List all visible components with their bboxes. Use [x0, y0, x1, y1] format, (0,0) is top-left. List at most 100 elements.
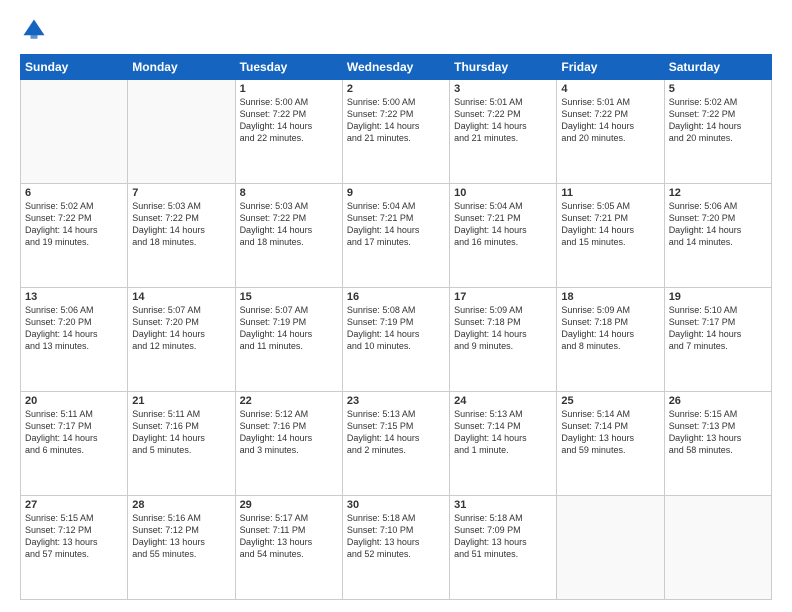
day-number: 23	[347, 395, 445, 407]
day-number: 17	[454, 291, 552, 303]
header-tuesday: Tuesday	[235, 55, 342, 80]
day-cell: 6Sunrise: 5:02 AM Sunset: 7:22 PM Daylig…	[21, 184, 128, 288]
day-cell: 4Sunrise: 5:01 AM Sunset: 7:22 PM Daylig…	[557, 80, 664, 184]
day-info: Sunrise: 5:00 AM Sunset: 7:22 PM Dayligh…	[240, 96, 338, 145]
day-info: Sunrise: 5:09 AM Sunset: 7:18 PM Dayligh…	[454, 304, 552, 353]
day-cell: 3Sunrise: 5:01 AM Sunset: 7:22 PM Daylig…	[450, 80, 557, 184]
day-cell: 30Sunrise: 5:18 AM Sunset: 7:10 PM Dayli…	[342, 496, 449, 600]
day-info: Sunrise: 5:04 AM Sunset: 7:21 PM Dayligh…	[454, 200, 552, 249]
day-number: 22	[240, 395, 338, 407]
day-info: Sunrise: 5:15 AM Sunset: 7:12 PM Dayligh…	[25, 512, 123, 561]
day-info: Sunrise: 5:01 AM Sunset: 7:22 PM Dayligh…	[561, 96, 659, 145]
day-number: 8	[240, 187, 338, 199]
day-number: 21	[132, 395, 230, 407]
day-info: Sunrise: 5:09 AM Sunset: 7:18 PM Dayligh…	[561, 304, 659, 353]
day-number: 20	[25, 395, 123, 407]
day-number: 29	[240, 499, 338, 511]
week-row-1: 6Sunrise: 5:02 AM Sunset: 7:22 PM Daylig…	[21, 184, 772, 288]
day-info: Sunrise: 5:08 AM Sunset: 7:19 PM Dayligh…	[347, 304, 445, 353]
day-info: Sunrise: 5:04 AM Sunset: 7:21 PM Dayligh…	[347, 200, 445, 249]
day-number: 25	[561, 395, 659, 407]
day-cell: 31Sunrise: 5:18 AM Sunset: 7:09 PM Dayli…	[450, 496, 557, 600]
day-info: Sunrise: 5:18 AM Sunset: 7:10 PM Dayligh…	[347, 512, 445, 561]
day-cell	[557, 496, 664, 600]
day-cell: 2Sunrise: 5:00 AM Sunset: 7:22 PM Daylig…	[342, 80, 449, 184]
day-cell: 14Sunrise: 5:07 AM Sunset: 7:20 PM Dayli…	[128, 288, 235, 392]
day-number: 6	[25, 187, 123, 199]
day-info: Sunrise: 5:06 AM Sunset: 7:20 PM Dayligh…	[669, 200, 767, 249]
day-number: 31	[454, 499, 552, 511]
day-info: Sunrise: 5:03 AM Sunset: 7:22 PM Dayligh…	[132, 200, 230, 249]
day-cell: 29Sunrise: 5:17 AM Sunset: 7:11 PM Dayli…	[235, 496, 342, 600]
day-number: 15	[240, 291, 338, 303]
header-thursday: Thursday	[450, 55, 557, 80]
day-info: Sunrise: 5:14 AM Sunset: 7:14 PM Dayligh…	[561, 408, 659, 457]
week-row-0: 1Sunrise: 5:00 AM Sunset: 7:22 PM Daylig…	[21, 80, 772, 184]
day-info: Sunrise: 5:11 AM Sunset: 7:16 PM Dayligh…	[132, 408, 230, 457]
day-cell: 24Sunrise: 5:13 AM Sunset: 7:14 PM Dayli…	[450, 392, 557, 496]
day-number: 7	[132, 187, 230, 199]
day-info: Sunrise: 5:11 AM Sunset: 7:17 PM Dayligh…	[25, 408, 123, 457]
day-cell: 16Sunrise: 5:08 AM Sunset: 7:19 PM Dayli…	[342, 288, 449, 392]
day-info: Sunrise: 5:18 AM Sunset: 7:09 PM Dayligh…	[454, 512, 552, 561]
calendar-table: Sunday Monday Tuesday Wednesday Thursday…	[20, 54, 772, 600]
day-number: 9	[347, 187, 445, 199]
day-info: Sunrise: 5:12 AM Sunset: 7:16 PM Dayligh…	[240, 408, 338, 457]
header-friday: Friday	[557, 55, 664, 80]
day-number: 3	[454, 83, 552, 95]
day-cell: 21Sunrise: 5:11 AM Sunset: 7:16 PM Dayli…	[128, 392, 235, 496]
day-number: 18	[561, 291, 659, 303]
day-number: 2	[347, 83, 445, 95]
day-number: 28	[132, 499, 230, 511]
header-sunday: Sunday	[21, 55, 128, 80]
day-cell: 20Sunrise: 5:11 AM Sunset: 7:17 PM Dayli…	[21, 392, 128, 496]
day-cell: 17Sunrise: 5:09 AM Sunset: 7:18 PM Dayli…	[450, 288, 557, 392]
day-cell: 23Sunrise: 5:13 AM Sunset: 7:15 PM Dayli…	[342, 392, 449, 496]
day-number: 16	[347, 291, 445, 303]
header-monday: Monday	[128, 55, 235, 80]
day-number: 4	[561, 83, 659, 95]
header	[20, 16, 772, 44]
day-cell: 5Sunrise: 5:02 AM Sunset: 7:22 PM Daylig…	[664, 80, 771, 184]
day-cell: 8Sunrise: 5:03 AM Sunset: 7:22 PM Daylig…	[235, 184, 342, 288]
day-info: Sunrise: 5:13 AM Sunset: 7:15 PM Dayligh…	[347, 408, 445, 457]
day-cell: 1Sunrise: 5:00 AM Sunset: 7:22 PM Daylig…	[235, 80, 342, 184]
day-number: 27	[25, 499, 123, 511]
day-cell: 9Sunrise: 5:04 AM Sunset: 7:21 PM Daylig…	[342, 184, 449, 288]
day-info: Sunrise: 5:02 AM Sunset: 7:22 PM Dayligh…	[669, 96, 767, 145]
day-cell: 10Sunrise: 5:04 AM Sunset: 7:21 PM Dayli…	[450, 184, 557, 288]
day-cell: 22Sunrise: 5:12 AM Sunset: 7:16 PM Dayli…	[235, 392, 342, 496]
page: Sunday Monday Tuesday Wednesday Thursday…	[0, 0, 792, 612]
day-cell: 19Sunrise: 5:10 AM Sunset: 7:17 PM Dayli…	[664, 288, 771, 392]
header-wednesday: Wednesday	[342, 55, 449, 80]
day-info: Sunrise: 5:01 AM Sunset: 7:22 PM Dayligh…	[454, 96, 552, 145]
weekday-header-row: Sunday Monday Tuesday Wednesday Thursday…	[21, 55, 772, 80]
day-number: 5	[669, 83, 767, 95]
day-info: Sunrise: 5:00 AM Sunset: 7:22 PM Dayligh…	[347, 96, 445, 145]
day-info: Sunrise: 5:06 AM Sunset: 7:20 PM Dayligh…	[25, 304, 123, 353]
day-cell	[128, 80, 235, 184]
day-info: Sunrise: 5:07 AM Sunset: 7:19 PM Dayligh…	[240, 304, 338, 353]
day-info: Sunrise: 5:13 AM Sunset: 7:14 PM Dayligh…	[454, 408, 552, 457]
day-cell: 26Sunrise: 5:15 AM Sunset: 7:13 PM Dayli…	[664, 392, 771, 496]
logo-icon	[20, 16, 48, 44]
day-info: Sunrise: 5:17 AM Sunset: 7:11 PM Dayligh…	[240, 512, 338, 561]
day-cell: 25Sunrise: 5:14 AM Sunset: 7:14 PM Dayli…	[557, 392, 664, 496]
day-number: 11	[561, 187, 659, 199]
header-saturday: Saturday	[664, 55, 771, 80]
day-info: Sunrise: 5:07 AM Sunset: 7:20 PM Dayligh…	[132, 304, 230, 353]
day-cell: 12Sunrise: 5:06 AM Sunset: 7:20 PM Dayli…	[664, 184, 771, 288]
day-cell	[664, 496, 771, 600]
day-number: 19	[669, 291, 767, 303]
day-info: Sunrise: 5:02 AM Sunset: 7:22 PM Dayligh…	[25, 200, 123, 249]
day-cell	[21, 80, 128, 184]
day-info: Sunrise: 5:16 AM Sunset: 7:12 PM Dayligh…	[132, 512, 230, 561]
day-number: 1	[240, 83, 338, 95]
day-number: 26	[669, 395, 767, 407]
day-cell: 28Sunrise: 5:16 AM Sunset: 7:12 PM Dayli…	[128, 496, 235, 600]
day-number: 24	[454, 395, 552, 407]
day-number: 10	[454, 187, 552, 199]
day-cell: 11Sunrise: 5:05 AM Sunset: 7:21 PM Dayli…	[557, 184, 664, 288]
day-info: Sunrise: 5:05 AM Sunset: 7:21 PM Dayligh…	[561, 200, 659, 249]
logo	[20, 16, 52, 44]
